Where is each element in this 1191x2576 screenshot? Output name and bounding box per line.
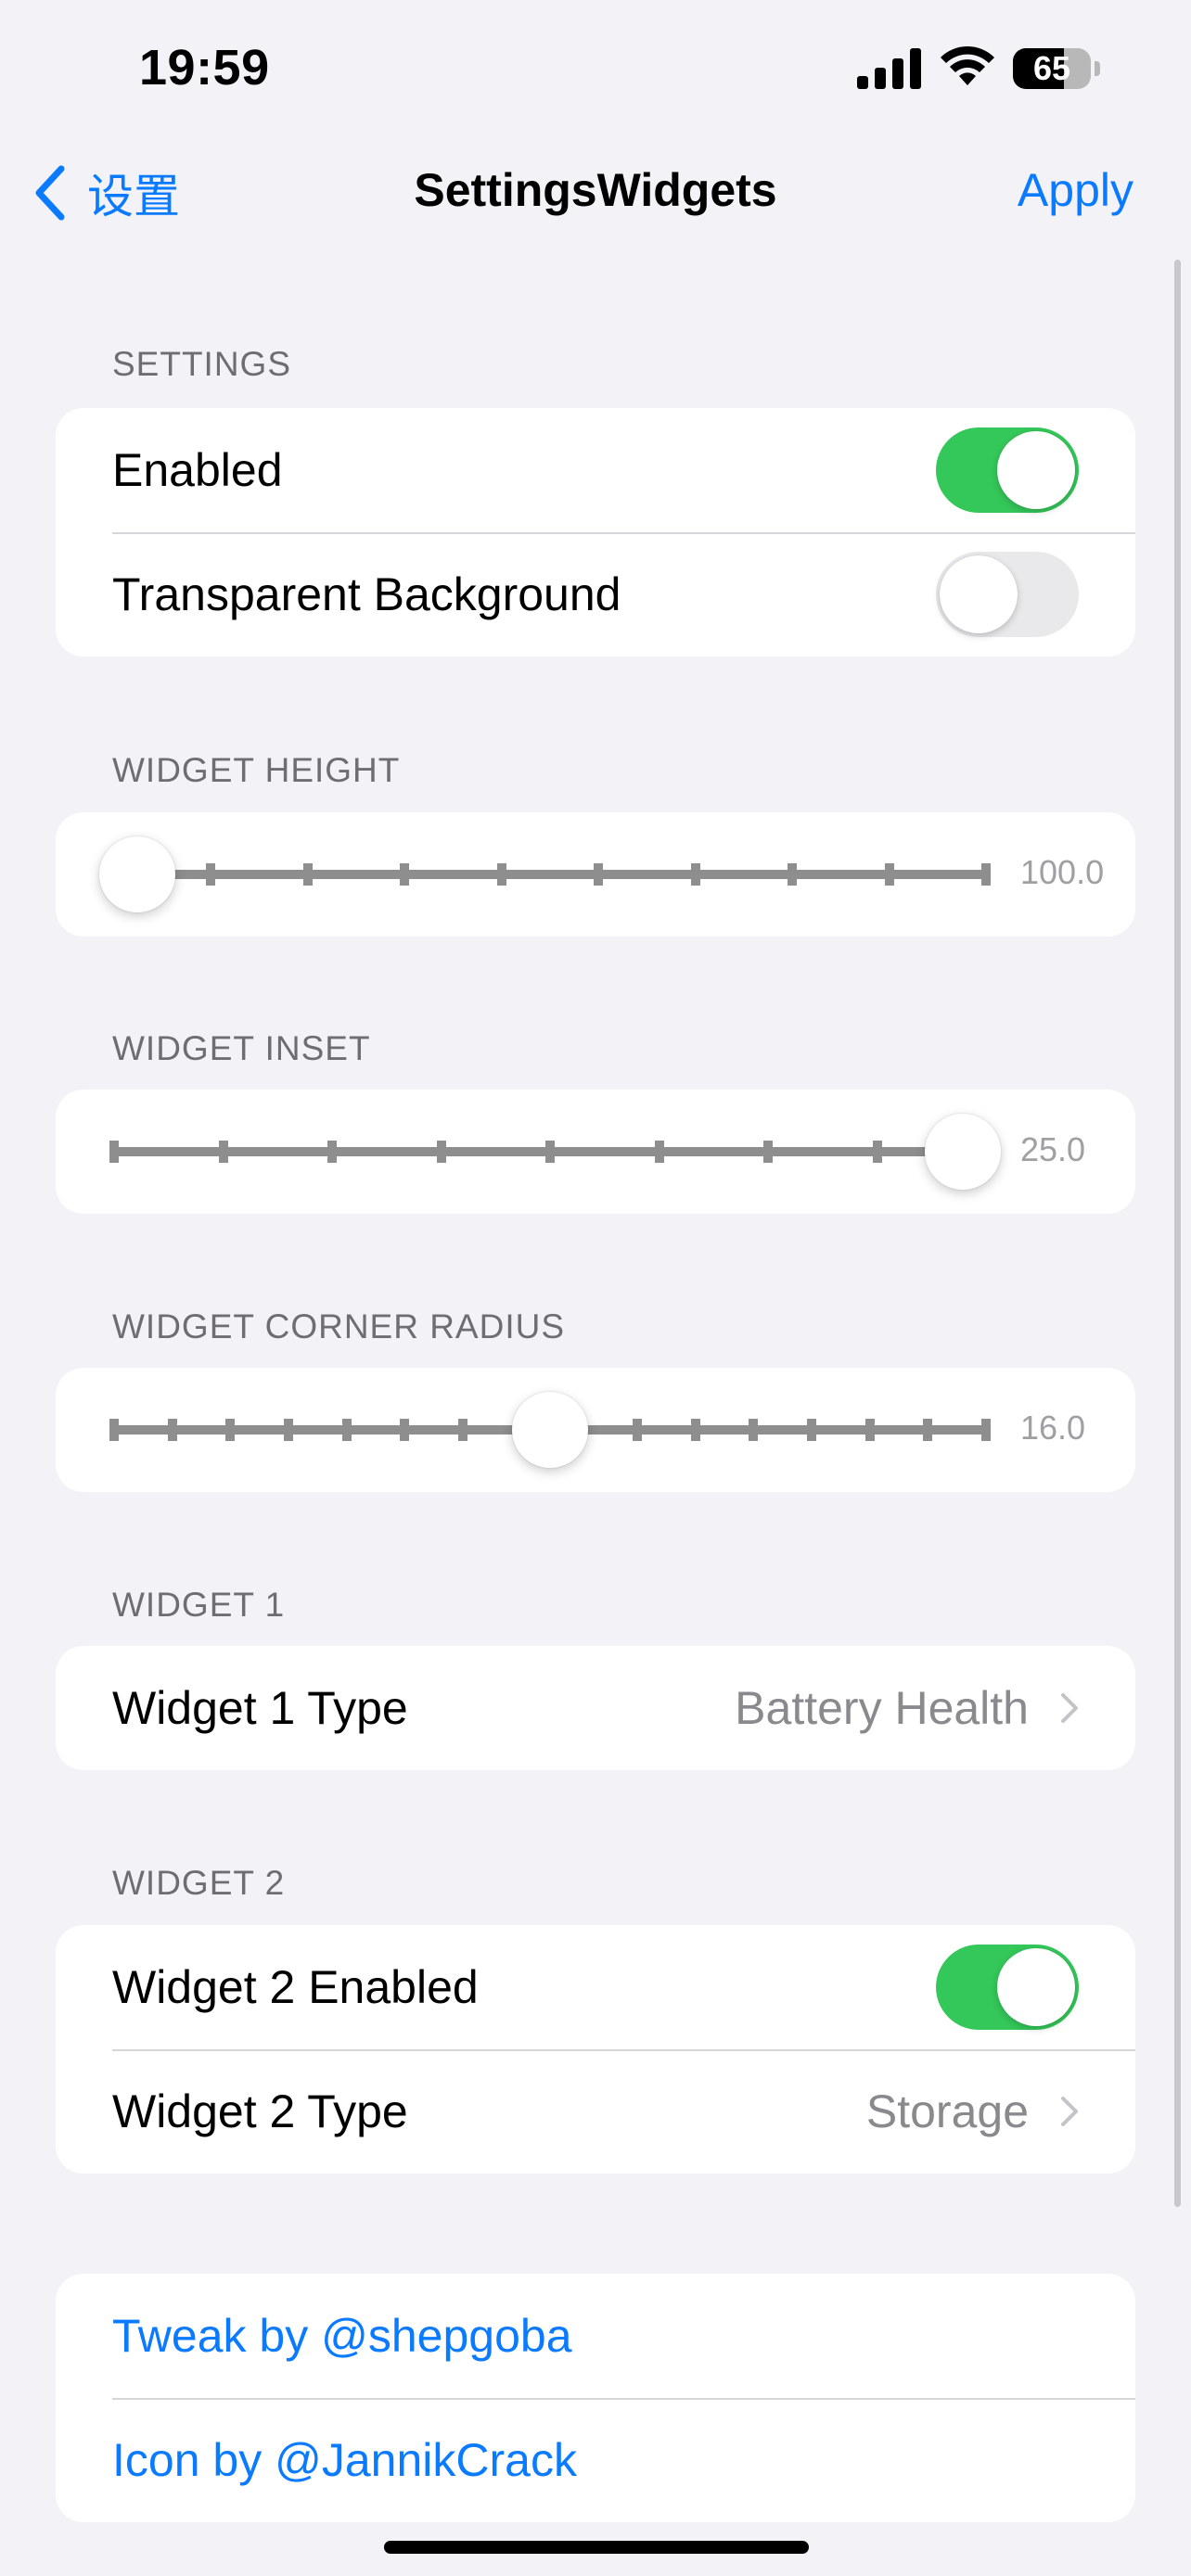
slider-thumb[interactable] — [925, 1114, 1001, 1190]
slider-tick — [594, 863, 604, 886]
widget-2-enabled-row: Widget 2 Enabled — [56, 1925, 1135, 2049]
slider-tick — [545, 1141, 555, 1163]
section-header-settings: SETTINGS — [112, 345, 292, 383]
widget-2-enabled-label: Widget 2 Enabled — [112, 1961, 479, 2013]
section-header-widget-1: WIDGET 1 — [112, 1586, 286, 1624]
slider-tick — [864, 1419, 875, 1441]
widget-corner-radius-value: 16.0 — [1020, 1409, 1086, 1447]
section-header-widget-height: WIDGET HEIGHT — [112, 751, 401, 789]
slider-tick — [458, 1419, 467, 1441]
transparent-background-label: Transparent Background — [112, 568, 621, 620]
slider-tick — [981, 863, 991, 886]
widget-2-type-row[interactable]: Widget 2 Type Storage — [56, 2049, 1135, 2174]
slider-track — [109, 870, 991, 879]
status-time: 19:59 — [139, 40, 270, 96]
chevron-right-icon — [1061, 1693, 1078, 1723]
slider-tick — [436, 1141, 446, 1163]
slider-tick — [496, 863, 506, 886]
chevron-right-icon — [1061, 2097, 1078, 2126]
widget-1-type-value: Battery Health — [735, 1682, 1029, 1734]
slider-tick — [923, 1419, 933, 1441]
slider-tick — [400, 863, 410, 886]
slider-tick — [690, 863, 700, 886]
slider-tick — [341, 1419, 352, 1441]
scroll-indicator — [1174, 260, 1181, 2207]
slider-tick — [654, 1141, 664, 1163]
section-header-widget-2: WIDGET 2 — [112, 1864, 286, 1902]
section-header-widget-inset: WIDGET INSET — [112, 1029, 371, 1067]
page-title: SettingsWidgets — [414, 164, 777, 216]
apply-button[interactable]: Apply — [1018, 163, 1133, 217]
widget-inset-slider[interactable]: 25.0 — [56, 1090, 1135, 1214]
transparent-background-row: Transparent Background — [56, 532, 1135, 657]
battery-percent: 65 — [1032, 49, 1071, 87]
icon-credit-link[interactable]: Icon by @JannikCrack — [112, 2433, 1079, 2487]
section-header-widget-corner-radius: WIDGET CORNER RADIUS — [112, 1307, 566, 1345]
settings-card: Enabled Transparent Background — [56, 408, 1135, 657]
slider-tick — [872, 1141, 882, 1163]
widget-height-value: 100.0 — [1020, 853, 1105, 891]
enabled-toggle[interactable] — [936, 427, 1079, 513]
slider-tick — [788, 863, 798, 886]
credits-card: Tweak by @shepgoba Icon by @JannikCrack — [56, 2274, 1135, 2522]
widget-2-card: Widget 2 Enabled Widget 2 Type Storage — [56, 1925, 1135, 2174]
widget-2-type-label: Widget 2 Type — [112, 2085, 408, 2137]
slider-tick — [302, 863, 313, 886]
widget-height-card: 100.0 — [56, 812, 1135, 937]
slider-tick — [749, 1419, 759, 1441]
widget-corner-radius-slider[interactable]: 16.0 — [56, 1368, 1135, 1492]
slider-tick — [206, 863, 216, 886]
home-indicator — [384, 2541, 809, 2554]
widget-corner-radius-card: 16.0 — [56, 1368, 1135, 1492]
slider-tick — [225, 1419, 236, 1441]
slider-tick — [167, 1419, 177, 1441]
tweak-credit-row[interactable]: Tweak by @shepgoba — [56, 2274, 1135, 2398]
slider-tick — [218, 1141, 228, 1163]
widget-1-type-row[interactable]: Widget 1 Type Battery Health — [56, 1646, 1135, 1770]
widget-1-type-label: Widget 1 Type — [112, 1682, 408, 1734]
slider-tick — [284, 1419, 293, 1441]
icon-credit-row[interactable]: Icon by @JannikCrack — [56, 2398, 1135, 2522]
slider-tick — [109, 1419, 119, 1441]
slider-tick — [400, 1419, 410, 1441]
widget-height-slider[interactable]: 100.0 — [56, 812, 1135, 937]
slider-tick — [690, 1419, 700, 1441]
widget-inset-card: 25.0 — [56, 1090, 1135, 1214]
slider-tick — [807, 1419, 816, 1441]
widget-2-type-value: Storage — [865, 2085, 1029, 2137]
widget-inset-value: 25.0 — [1020, 1130, 1086, 1168]
slider-tick — [763, 1141, 773, 1163]
slider-tick — [981, 1419, 991, 1441]
enabled-row: Enabled — [56, 408, 1135, 532]
slider-tick — [633, 1419, 642, 1441]
slider-tick — [884, 863, 894, 886]
wifi-icon — [941, 45, 994, 85]
slider-tick — [109, 1141, 119, 1163]
widget-2-enabled-toggle[interactable] — [936, 1945, 1079, 2030]
slider-tick — [327, 1141, 337, 1163]
widget-1-card: Widget 1 Type Battery Health — [56, 1646, 1135, 1770]
slider-thumb[interactable] — [512, 1392, 588, 1468]
enabled-label: Enabled — [112, 444, 283, 496]
battery-icon: 65 — [1013, 48, 1100, 89]
transparent-background-toggle[interactable] — [936, 552, 1079, 637]
slider-thumb[interactable] — [99, 836, 175, 912]
cellular-signal-icon — [857, 48, 921, 89]
tweak-credit-link[interactable]: Tweak by @shepgoba — [112, 2309, 1079, 2363]
